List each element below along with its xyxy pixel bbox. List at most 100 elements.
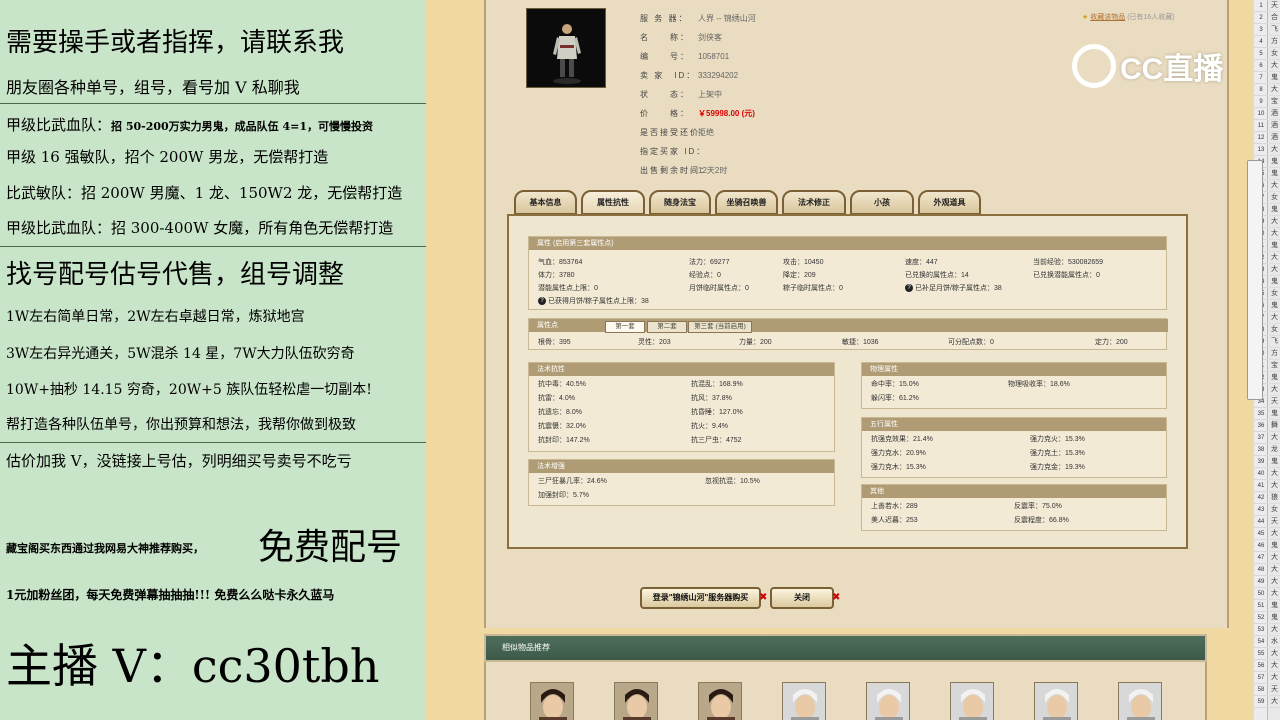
sheet-cell: 大 <box>1269 552 1280 564</box>
spell_boost-cell: 忽视抗混：10.5% <box>705 478 760 485</box>
row-number: 58 <box>1254 684 1268 696</box>
sheet-cell: 大 <box>1269 576 1280 588</box>
points-cell: 力量：200 <box>739 339 772 346</box>
attr-cell: 速度：447 <box>905 259 938 266</box>
portrait-icon <box>1035 683 1077 720</box>
spell_res-cell: 抗混乱：168.9% <box>691 381 743 388</box>
eval-line: 估价加我 V，没链接上号估，列明细买号卖号不吃亏 <box>6 452 352 470</box>
phys-section: 物理属性 命中率：15.0% 物理吸收率：18.6% 躲闪率：61.2% <box>861 362 1167 409</box>
similar-item-portrait[interactable] <box>1118 682 1162 720</box>
sheet-cell: 酒 <box>1269 132 1280 144</box>
attr-cell: 气血：853764 <box>538 259 583 266</box>
attr-cell: 当前经验：530082659 <box>1033 259 1104 266</box>
points-tab-3[interactable]: 第三套 (当前启用) <box>688 321 752 333</box>
sheet-cell: 鬼 <box>1269 168 1280 180</box>
row-number: 41 <box>1254 480 1268 492</box>
row-number: 13 <box>1254 144 1268 156</box>
points-cell: 根骨：395 <box>538 339 571 346</box>
similar-items-header: 相似物品推荐 <box>484 634 1207 662</box>
sheet-cell: 大 <box>1269 468 1280 480</box>
row-number: 7 <box>1254 72 1268 84</box>
row-number: 57 <box>1254 672 1268 684</box>
wuxing-cell: 强力克金：19.3% <box>1030 464 1085 471</box>
points-tab-2[interactable]: 第二套 <box>647 321 687 333</box>
phys-cell: 物理吸收率：18.6% <box>1008 381 1070 388</box>
sheet-cell: 大 <box>1269 384 1280 396</box>
row-number: 3 <box>1254 24 1268 36</box>
sheet-cell: 大 <box>1269 312 1280 324</box>
spell_res-cell: 抗遗忘：8.0% <box>538 409 582 416</box>
row-number: 45 <box>1254 528 1268 540</box>
divider <box>0 442 426 443</box>
fans-line: 1元加粉丝团，每天免费弹幕抽抽抽!!! 免费么么哒卡永久蓝马 <box>6 588 335 602</box>
service-line: 1W左右简单日常，2W左右卓越日常，炼狱地宫 <box>6 309 305 325</box>
info-row: 是否接受还价：拒绝 <box>640 127 714 138</box>
sheet-cell: 宝 <box>1269 96 1280 108</box>
info-row: 服 务 器： 人界 -- 锦绣山河 <box>640 13 756 24</box>
tab-6[interactable]: 小孩 <box>850 190 914 215</box>
sheet-cell: 大 <box>1269 228 1280 240</box>
phys-cell: 命中率：15.0% <box>871 381 919 388</box>
attr-cell: 已兑换的属性点：14 <box>905 272 969 279</box>
tab-4[interactable]: 坐骑召唤兽 <box>715 190 778 215</box>
tab-3[interactable]: 随身法宝 <box>649 190 711 215</box>
info-value: ￥59998.00 (元) <box>698 109 755 118</box>
similar-item-portrait[interactable] <box>698 682 742 720</box>
attr-cell: 法力：69277 <box>689 259 730 266</box>
spell_res-cell: 抗封印：147.2% <box>538 437 590 444</box>
tab-2[interactable]: 属性抗性 <box>581 190 645 215</box>
portrait-icon <box>951 683 993 720</box>
sheet-cell: 大 <box>1269 588 1280 600</box>
row-number: 59 <box>1254 696 1268 708</box>
attr-cell: 经验点：0 <box>689 272 721 279</box>
tab-1[interactable]: 基本信息 <box>514 190 577 215</box>
points-cell: 可分配点数：0 <box>948 339 994 346</box>
sheet-cell: 大 <box>1269 264 1280 276</box>
similar-item-portrait[interactable] <box>530 682 574 720</box>
side-panel-handle[interactable] <box>1247 160 1263 400</box>
sheet-cell: 合 <box>1269 12 1280 24</box>
portrait-icon <box>699 683 741 720</box>
sheet-cell: 女 <box>1269 504 1280 516</box>
sheet-cell: 狼 <box>1269 492 1280 504</box>
close-button[interactable]: 关闭 <box>770 587 834 609</box>
info-value: 人界 -- 锦绣山河 <box>698 14 756 23</box>
streamer-info-panel: 需要操手或者指挥，请联系我 朋友圈各种单号，组号，看号加 V 私聊我 甲级比武血… <box>0 0 426 720</box>
similar-item-portrait[interactable] <box>1034 682 1078 720</box>
favorite-link[interactable]: 收藏该物品 <box>1090 14 1125 21</box>
spell_boost-cell: 加强封印：5.7% <box>538 492 589 499</box>
sheet-cell: 大 <box>1269 252 1280 264</box>
info-label: 卖 家 ID： <box>640 71 697 80</box>
attr-cell: 攻击：10450 <box>783 259 824 266</box>
login-buy-button[interactable]: 登录"锦绣山河"服务器购买 <box>640 587 761 609</box>
row-number: 44 <box>1254 516 1268 528</box>
service-line: 10W+抽秒 14.15 穷奇，20W+5 族队伍轻松虐一切副本! <box>6 382 372 398</box>
similar-item-portrait[interactable] <box>866 682 910 720</box>
wuxing-cell: 强力克土：15.3% <box>1030 450 1085 457</box>
service-line: 帮打造各种队伍单号，你出预算和想法，我帮你做到极致 <box>6 417 356 433</box>
row-number: 37 <box>1254 432 1268 444</box>
sheet-cell: 宝 <box>1269 360 1280 372</box>
similar-item-portrait[interactable] <box>782 682 826 720</box>
attr-cell: ? 已补足月饼/粽子属性点：38 <box>905 283 1002 293</box>
sheet-cell: 大 <box>1269 144 1280 156</box>
points-tab-1[interactable]: 第一套 <box>605 321 645 333</box>
sheet-cell: 鬼 <box>1269 600 1280 612</box>
sheet-cell: 大 <box>1269 480 1280 492</box>
row-number: 9 <box>1254 96 1268 108</box>
similar-item-portrait[interactable] <box>614 682 658 720</box>
tab-7[interactable]: 外观道具 <box>918 190 981 215</box>
portrait-icon <box>867 683 909 720</box>
sheet-cell: 大 <box>1269 672 1280 684</box>
similar-item-portrait[interactable] <box>950 682 994 720</box>
wuxing-header: 五行属性 <box>862 418 1166 431</box>
tab-5[interactable]: 法术修正 <box>782 190 846 215</box>
sheet-cell: 大 <box>1269 216 1280 228</box>
free-match-text: 免费配号 <box>258 527 403 568</box>
attr-cell: 降定：209 <box>783 272 816 279</box>
row-number: 35 <box>1254 408 1268 420</box>
sheet-cell: 大 <box>1269 648 1280 660</box>
favorite-area: ★ 收藏该物品 (已有16人收藏) <box>1082 12 1175 22</box>
spell-boost-section: 法术增强 三尸狂暴几率：24.6% 忽视抗混：10.5% 加强封印：5.7% <box>528 459 835 506</box>
info-label: 状 态： <box>640 90 690 99</box>
